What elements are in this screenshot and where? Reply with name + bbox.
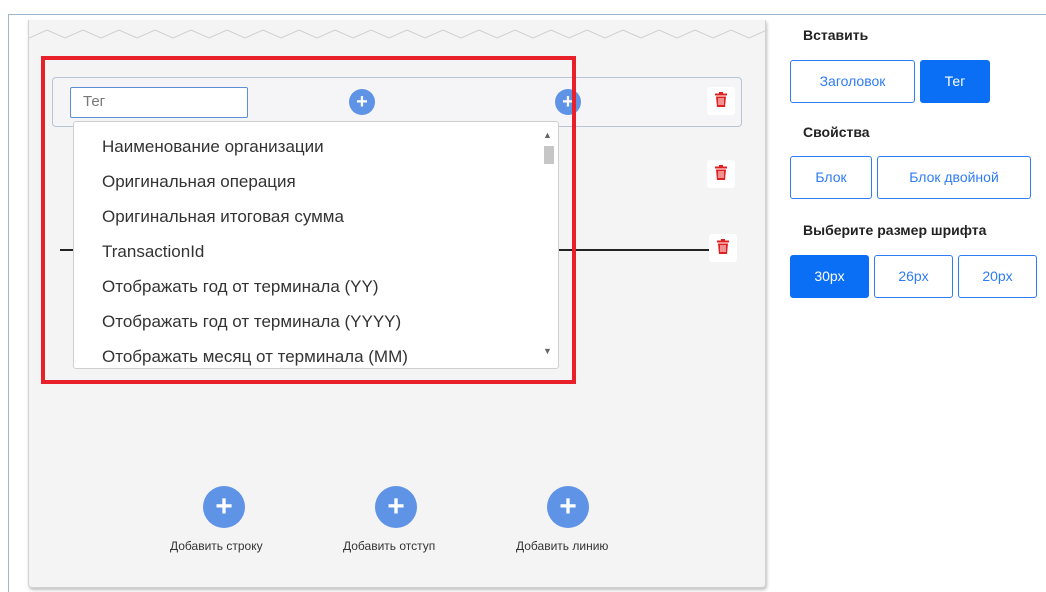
font-size-20-button[interactable]: 20px	[958, 255, 1037, 298]
trash-icon	[715, 165, 727, 180]
font-size-title: Выберите размер шрифта	[803, 222, 987, 238]
insert-heading-button[interactable]: Заголовок	[790, 60, 915, 103]
delete-row-button[interactable]	[707, 87, 735, 115]
add-line-label: Добавить линию	[516, 539, 609, 553]
add-indent-label: Добавить отступ	[343, 539, 436, 553]
block-button[interactable]: Блок	[790, 156, 872, 199]
double-block-button[interactable]: Блок двойной	[877, 156, 1031, 199]
font-size-26-button[interactable]: 26px	[874, 255, 953, 298]
insert-title: Вставить	[803, 27, 869, 43]
delete-line-button[interactable]	[709, 234, 737, 262]
add-line-button[interactable]: +	[547, 486, 589, 528]
properties-title: Свойства	[803, 124, 870, 140]
trash-icon	[717, 239, 729, 254]
trash-icon	[715, 92, 727, 107]
highlight-box	[41, 56, 576, 384]
add-row-label: Добавить строку	[170, 539, 263, 553]
add-row-button[interactable]: +	[203, 486, 245, 528]
delete-row-button-2[interactable]	[707, 160, 735, 188]
receipt-torn-edge	[29, 29, 767, 39]
add-indent-button[interactable]: +	[375, 486, 417, 528]
font-size-30-button[interactable]: 30px	[790, 255, 869, 298]
insert-tag-button[interactable]: Тег	[920, 60, 990, 103]
